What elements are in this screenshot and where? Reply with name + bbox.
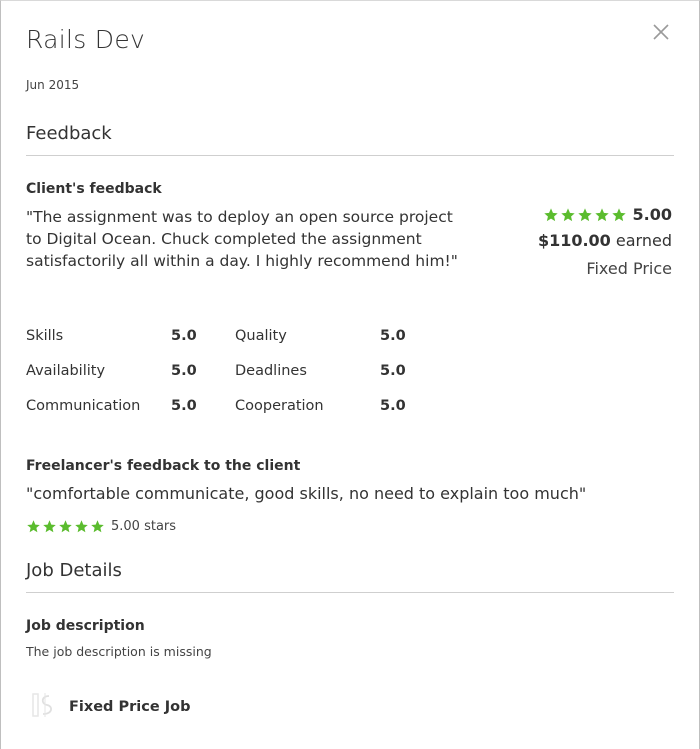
contract-type: Fixed Price [586, 259, 672, 278]
job-description-text: The job description is missing [26, 644, 212, 659]
star-icon [27, 520, 40, 533]
freelancer-stars-text: 5.00 stars [111, 519, 177, 534]
rating-value-communication: 5.0 [171, 398, 197, 414]
star-icon [611, 207, 626, 221]
star-icon [91, 520, 104, 533]
rating-label-cooperation: Cooperation [235, 398, 324, 414]
rating-value-skills: 5.0 [171, 328, 197, 344]
star-icon [543, 207, 558, 221]
rating-label-quality: Quality [235, 328, 287, 344]
star-icon [59, 520, 72, 533]
rating-label-communication: Communication [26, 398, 141, 414]
divider [26, 592, 674, 593]
star-icon [75, 520, 88, 533]
job-date: Jun 2015 [26, 78, 80, 92]
client-rating: 5.00 [543, 205, 672, 224]
job-details-heading: Job Details [26, 560, 122, 581]
star-icon [560, 207, 575, 221]
rating-stars [543, 207, 627, 223]
earned-label: earned [615, 231, 672, 250]
page-title: Rails Dev [26, 25, 146, 54]
rating-label-deadlines: Deadlines [235, 363, 307, 379]
job-description-label: Job description [26, 618, 145, 634]
freelancer-feedback-label: Freelancer's feedback to the client [26, 458, 301, 474]
amount: $110.00 [537, 231, 611, 250]
feedback-heading: Feedback [26, 123, 112, 144]
fixed-price-icon [31, 691, 55, 723]
job-feedback-modal: Rails Dev Jun 2015 Feedback Client's fee… [0, 0, 700, 749]
rating-value-quality: 5.0 [380, 328, 406, 344]
freelancer-feedback-quote: "comfortable communicate, good skills, n… [26, 484, 587, 503]
job-type: Fixed Price Job [31, 691, 190, 723]
rating-label-skills: Skills [26, 328, 64, 344]
client-feedback-quote: "The assignment was to deploy an open so… [26, 208, 458, 270]
client-feedback-label: Client's feedback [26, 181, 162, 197]
rating-value: 5.00 [632, 205, 672, 224]
close-icon[interactable] [650, 21, 672, 43]
star-icon [594, 207, 609, 221]
rating-value-availability: 5.0 [171, 363, 197, 379]
freelancer-rating: 5.00 stars [26, 519, 176, 534]
rating-label-availability: Availability [26, 363, 106, 379]
rating-value-cooperation: 5.0 [380, 398, 406, 414]
star-icon [577, 207, 592, 221]
rating-stars [26, 519, 105, 534]
job-type-label: Fixed Price Job [69, 699, 191, 715]
rating-value-deadlines: 5.0 [380, 363, 406, 379]
earned-amount: $110.00 earned [538, 231, 672, 250]
star-icon [43, 520, 56, 533]
divider [26, 155, 674, 156]
